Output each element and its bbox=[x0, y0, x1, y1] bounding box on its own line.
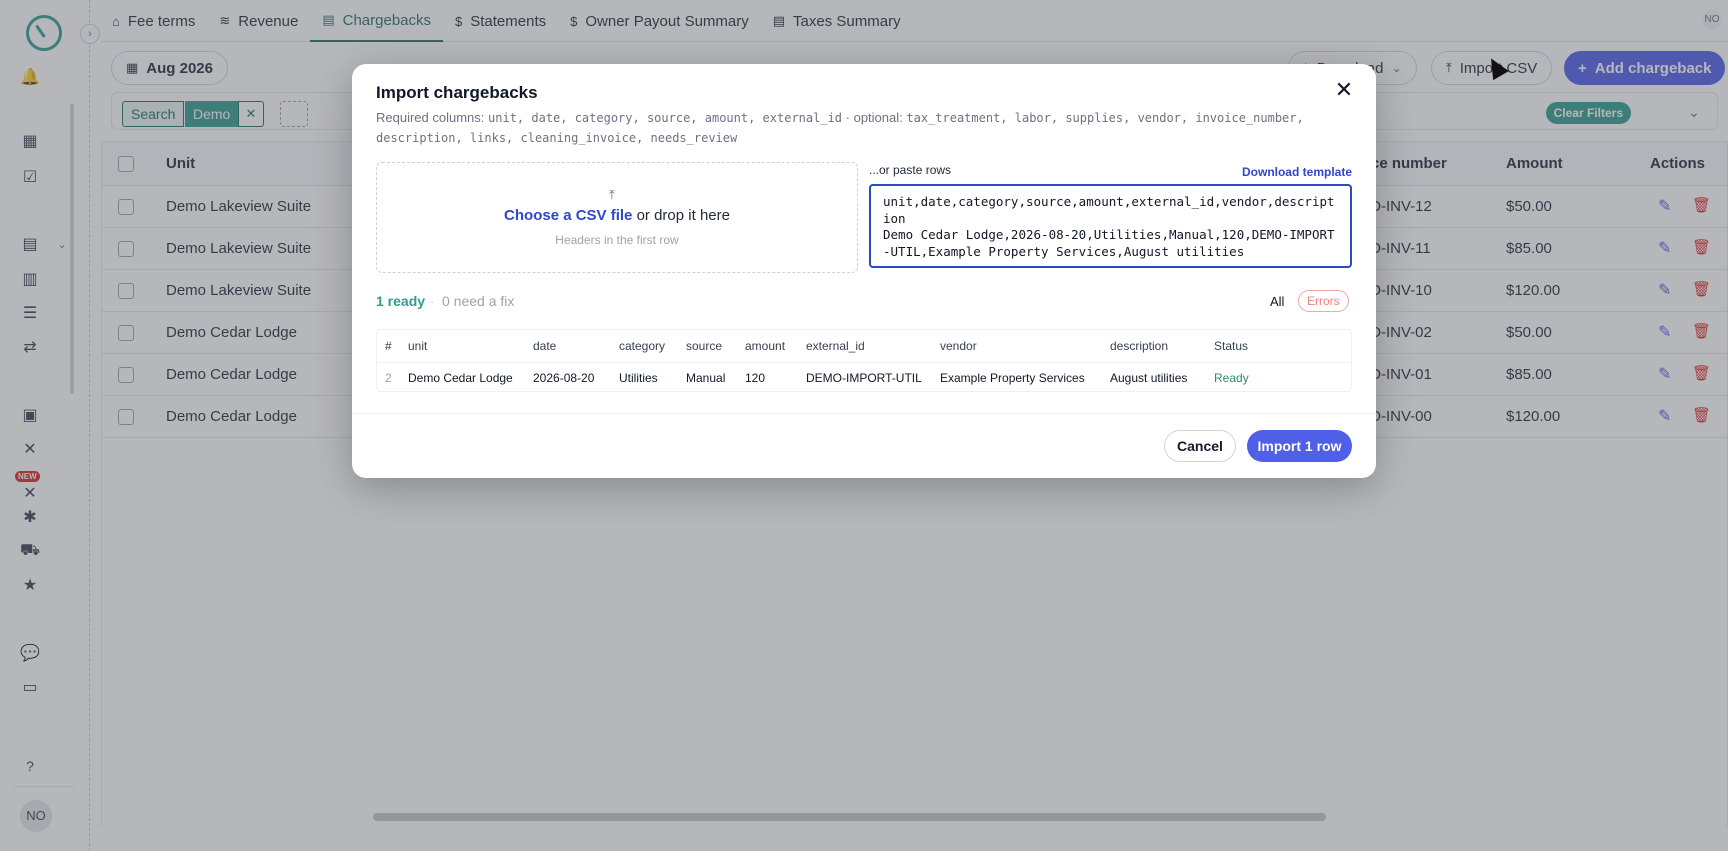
status-badge: Ready bbox=[1214, 371, 1249, 385]
modal-title: Import chargebacks bbox=[376, 83, 538, 102]
preview-cell-source: Manual bbox=[686, 371, 726, 385]
preview-col-index: # bbox=[385, 339, 392, 353]
preview-cell-unit: Demo Cedar Lodge bbox=[408, 371, 513, 385]
dropzone-hint: Headers in the first row bbox=[555, 233, 679, 247]
paste-rows-label: ...or paste rows bbox=[869, 163, 952, 177]
modal-footer-divider bbox=[352, 413, 1376, 414]
required-columns-text: Required columns: unit, date, category, … bbox=[376, 110, 1304, 145]
preview-col-status: Status bbox=[1214, 339, 1249, 353]
summary-separator: · bbox=[430, 293, 435, 309]
table-row: 2 Demo Cedar Lodge 2026-08-20 Utilities … bbox=[377, 363, 1351, 393]
paste-rows-textarea[interactable]: unit,date,category,source,amount,externa… bbox=[869, 184, 1352, 268]
cancel-button[interactable]: Cancel bbox=[1164, 430, 1236, 462]
preview-col-vendor: vendor bbox=[940, 339, 977, 353]
csv-dropzone[interactable]: ⤒ Choose a CSV file or drop it here Head… bbox=[376, 162, 858, 273]
preview-col-category: category bbox=[619, 339, 666, 353]
ready-count: 1 ready bbox=[376, 293, 426, 309]
preview-col-amount: amount bbox=[745, 339, 786, 353]
preview-cell-external-id: DEMO-IMPORT-UTIL bbox=[806, 371, 922, 385]
preview-cell-category: Utilities bbox=[619, 371, 658, 385]
import-rows-button[interactable]: Import 1 row bbox=[1247, 430, 1352, 462]
import-chargebacks-modal: Import chargebacks ✕ Required columns: u… bbox=[352, 64, 1376, 478]
close-icon[interactable]: ✕ bbox=[1332, 78, 1356, 102]
upload-icon: ⤒ bbox=[609, 187, 615, 202]
choose-csv-link[interactable]: Choose a CSV file bbox=[504, 207, 632, 224]
preview-cell-description: August utilities bbox=[1110, 371, 1188, 385]
filter-errors-toggle[interactable]: Errors bbox=[1298, 290, 1349, 312]
preview-cell-amount: 120 bbox=[745, 371, 766, 385]
preview-cell-date: 2026-08-20 bbox=[533, 371, 595, 385]
preview-table-header: # unit date category source amount exter… bbox=[377, 330, 1351, 363]
download-template-link[interactable]: Download template bbox=[1242, 165, 1352, 179]
preview-col-description: description bbox=[1110, 339, 1169, 353]
preview-col-source: source bbox=[686, 339, 723, 353]
preview-cell-vendor: Example Property Services bbox=[940, 371, 1085, 385]
preview-col-unit: unit bbox=[408, 339, 428, 353]
need-fix-count: 0 need a fix bbox=[442, 293, 515, 309]
preview-col-date: date bbox=[533, 339, 557, 353]
filter-all-toggle[interactable]: All bbox=[1270, 294, 1284, 309]
preview-table: # unit date category source amount exter… bbox=[376, 329, 1352, 392]
preview-cell-index: 2 bbox=[385, 371, 392, 385]
preview-col-external-id: external_id bbox=[806, 339, 865, 353]
